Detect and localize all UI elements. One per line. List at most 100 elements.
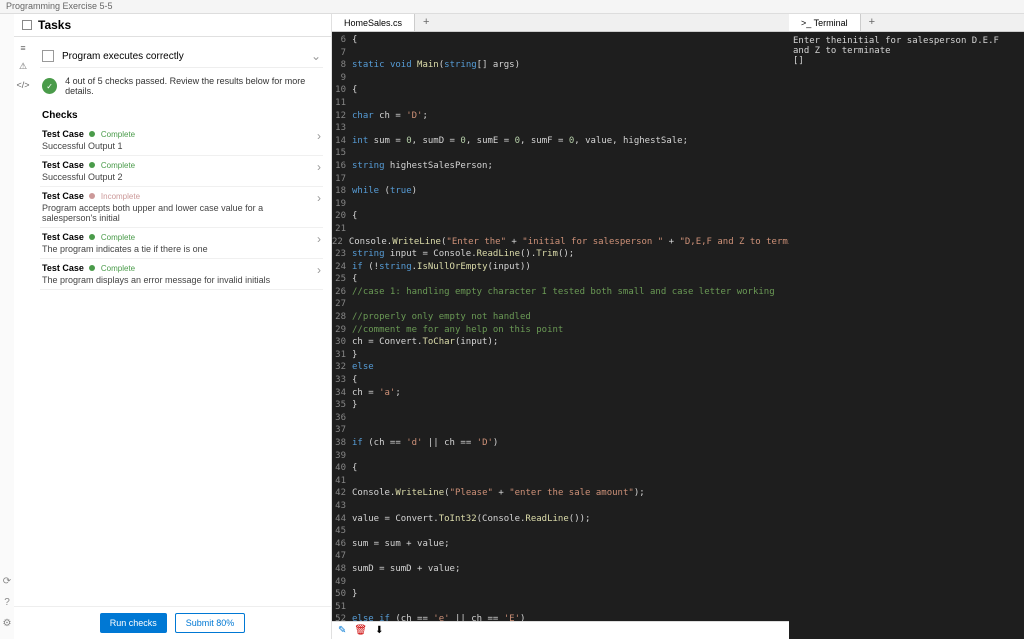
main-layout: ⟳ ? ⚙ Tasks ≡ ⚠ </> Program executes cor… bbox=[0, 14, 1024, 639]
tab-add-button[interactable]: + bbox=[415, 14, 437, 31]
code-line: 31} bbox=[332, 349, 789, 362]
code-line: 11 bbox=[332, 97, 789, 110]
tasks-icon bbox=[22, 20, 32, 30]
terminal[interactable]: Enter theinitial for salesperson D.E.F a… bbox=[789, 32, 1024, 639]
code-line: 9 bbox=[332, 72, 789, 85]
code-line: 32else bbox=[332, 361, 789, 374]
code-line: 35} bbox=[332, 399, 789, 412]
code-line: 23string input = Console.ReadLine().Trim… bbox=[332, 248, 789, 261]
task-exec-label: Program executes correctly bbox=[62, 51, 311, 62]
submit-button[interactable]: Submit 80% bbox=[175, 613, 246, 633]
code-icon[interactable]: </> bbox=[16, 80, 29, 90]
code-line: 14int sum = 0, sumD = 0, sumE = 0, sumF … bbox=[332, 135, 789, 148]
code-line: 37 bbox=[332, 424, 789, 437]
edit-icon[interactable]: ✎ bbox=[338, 625, 346, 636]
far-left-icons: ⟳ ? ⚙ bbox=[0, 14, 14, 639]
code-line: 8static void Main(string[] args) bbox=[332, 59, 789, 72]
code-line: 48sumD = sumD + value; bbox=[332, 563, 789, 576]
code-line: 44value = Convert.ToInt32(Console.ReadLi… bbox=[332, 513, 789, 526]
terminal-tab-add[interactable]: + bbox=[861, 14, 883, 31]
code-line: 24if (!string.IsNullOrEmpty(input)) bbox=[332, 261, 789, 274]
code-line: 22Console.WriteLine("Enter the" + "initi… bbox=[332, 236, 789, 249]
editor-footer: ✎ 🗑 ⬇ bbox=[332, 621, 789, 639]
code-line: 33{ bbox=[332, 374, 789, 387]
tasks-panel: Tasks ≡ ⚠ </> Program executes correctly… bbox=[14, 14, 332, 639]
exercise-title: Programming Exercise 5-5 bbox=[6, 1, 113, 11]
editor-tab-bar: HomeSales.cs + bbox=[332, 14, 789, 32]
gear-icon[interactable]: ⚙ bbox=[3, 618, 12, 629]
check-item[interactable]: Test Case Complete Successful Output 2 › bbox=[40, 156, 323, 187]
tasks-body: Program executes correctly ⌄ ✓ 4 out of … bbox=[32, 37, 331, 606]
chevron-right-icon: › bbox=[317, 160, 321, 174]
code-line: 21 bbox=[332, 223, 789, 236]
code-line: 36 bbox=[332, 412, 789, 425]
code-line: 50} bbox=[332, 588, 789, 601]
delete-icon[interactable]: 🗑 bbox=[354, 625, 367, 636]
code-line: 18while (true) bbox=[332, 185, 789, 198]
terminal-tab-bar: >_ Terminal + bbox=[789, 14, 1024, 32]
editor-panel: HomeSales.cs + 6{78static void Main(stri… bbox=[332, 14, 789, 639]
chevron-right-icon: › bbox=[317, 129, 321, 143]
terminal-output: Enter theinitial for salesperson D.E.F a… bbox=[793, 36, 1020, 56]
check-item[interactable]: Test Case Complete Successful Output 1 › bbox=[40, 125, 323, 156]
tab-homesales[interactable]: HomeSales.cs bbox=[332, 14, 415, 31]
download-icon[interactable]: ⬇ bbox=[375, 625, 383, 636]
code-line: 28//properly only empty not handled bbox=[332, 311, 789, 324]
code-line: 7 bbox=[332, 47, 789, 60]
code-line: 16string highestSalesPerson; bbox=[332, 160, 789, 173]
code-line: 30ch = Convert.ToChar(input); bbox=[332, 336, 789, 349]
list-icon[interactable]: ≡ bbox=[20, 43, 25, 53]
tasks-header: Tasks bbox=[14, 14, 331, 37]
checks-header: Checks bbox=[40, 104, 323, 125]
chevron-right-icon: › bbox=[317, 232, 321, 246]
chevron-right-icon: › bbox=[317, 263, 321, 277]
code-line: 20{ bbox=[332, 210, 789, 223]
code-line: 38if (ch == 'd' || ch == 'D') bbox=[332, 437, 789, 450]
code-line: 29//comment me for any help on this poin… bbox=[332, 324, 789, 337]
run-checks-button[interactable]: Run checks bbox=[100, 613, 167, 633]
code-line: 17 bbox=[332, 173, 789, 186]
code-line: 40{ bbox=[332, 462, 789, 475]
code-line: 46sum = sum + value; bbox=[332, 538, 789, 551]
summary-icon: ✓ bbox=[42, 78, 57, 94]
refresh-icon[interactable]: ⟳ bbox=[3, 576, 11, 587]
code-line: 15 bbox=[332, 147, 789, 160]
code-line: 12char ch = 'D'; bbox=[332, 110, 789, 123]
summary-row: ✓ 4 out of 5 checks passed. Review the r… bbox=[40, 68, 323, 104]
tasks-footer: Run checks Submit 80% bbox=[14, 606, 331, 639]
chevron-right-icon: › bbox=[317, 191, 321, 205]
code-line: 45 bbox=[332, 525, 789, 538]
tab-label: HomeSales.cs bbox=[344, 18, 402, 28]
tab-terminal[interactable]: >_ Terminal bbox=[789, 14, 861, 31]
help-icon[interactable]: ? bbox=[4, 597, 10, 608]
code-line: 27 bbox=[332, 298, 789, 311]
code-line: 39 bbox=[332, 450, 789, 463]
code-line: 26//case 1: handling empty character I t… bbox=[332, 286, 789, 299]
terminal-panel: >_ Terminal + Enter theinitial for sales… bbox=[789, 14, 1024, 639]
code-line: 19 bbox=[332, 198, 789, 211]
tasks-title: Tasks bbox=[38, 18, 71, 32]
code-line: 10{ bbox=[332, 84, 789, 97]
code-line: 34ch = 'a'; bbox=[332, 387, 789, 400]
check-item[interactable]: Test Case Complete The program indicates… bbox=[40, 228, 323, 259]
code-line: 47 bbox=[332, 550, 789, 563]
task-checkbox[interactable] bbox=[42, 50, 54, 62]
task-exec-row[interactable]: Program executes correctly ⌄ bbox=[40, 45, 323, 68]
chevron-down-icon: ⌄ bbox=[311, 49, 321, 63]
left-icon-rail: ≡ ⚠ </> bbox=[14, 37, 32, 606]
code-line: 13 bbox=[332, 122, 789, 135]
code-line: 49 bbox=[332, 576, 789, 589]
terminal-cursor: [] bbox=[793, 56, 1020, 66]
code-line: 42Console.WriteLine("Please" + "enter th… bbox=[332, 487, 789, 500]
code-line: 6{ bbox=[332, 34, 789, 47]
code-line: 25{ bbox=[332, 273, 789, 286]
check-item[interactable]: Test Case Incomplete Program accepts bot… bbox=[40, 187, 323, 228]
code-line: 52else if (ch == 'e' || ch == 'E') bbox=[332, 613, 789, 621]
summary-text: 4 out of 5 checks passed. Review the res… bbox=[65, 76, 321, 96]
code-editor[interactable]: 6{78static void Main(string[] args)910{1… bbox=[332, 32, 789, 621]
code-line: 43 bbox=[332, 500, 789, 513]
check-item[interactable]: Test Case Complete The program displays … bbox=[40, 259, 323, 290]
topbar: Programming Exercise 5-5 bbox=[0, 0, 1024, 14]
warn-icon[interactable]: ⚠ bbox=[19, 61, 27, 72]
terminal-tab-label: >_ Terminal bbox=[801, 18, 848, 28]
